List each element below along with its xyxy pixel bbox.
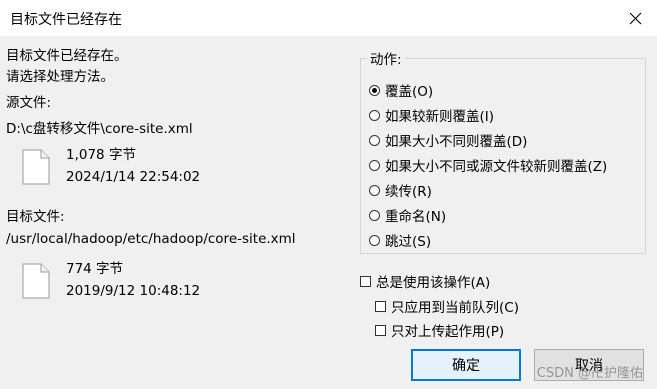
file-icon — [22, 149, 50, 185]
radio-button[interactable] — [369, 109, 380, 121]
radio-button-checked[interactable] — [369, 84, 380, 96]
close-icon — [629, 12, 641, 24]
checkbox-always-use[interactable]: 总是使用该操作(A) — [360, 271, 490, 291]
ok-button[interactable]: 确定 — [411, 349, 521, 381]
target-modified: 2019/9/12 10:48:12 — [66, 283, 201, 299]
checkbox-label: 总是使用该操作(A) — [376, 275, 491, 291]
radio-overwrite-if-size-differs[interactable]: 如果大小不同则覆盖(D) — [369, 130, 527, 150]
radio-label: 如果大小不同则覆盖(D) — [385, 134, 528, 150]
radio-label: 跳过(S) — [385, 234, 432, 250]
radio-resume[interactable]: 续传(R) — [369, 180, 432, 200]
file-exists-dialog: 目标文件已经存在 目标文件已经存在。 请选择处理方法。 源文件: D:\c盘转移… — [0, 0, 657, 389]
message-line-1: 目标文件已经存在。 — [6, 48, 128, 64]
radio-label: 覆盖(O) — [385, 84, 434, 100]
message-line-2: 请选择处理方法。 — [6, 69, 114, 85]
checkbox-current-queue[interactable]: 只应用到当前队列(C) — [375, 296, 519, 316]
target-label: 目标文件: — [6, 209, 65, 225]
checkbox[interactable] — [375, 300, 386, 312]
source-label: 源文件: — [6, 95, 52, 111]
source-path: D:\c盘转移文件\core-site.xml — [6, 121, 193, 137]
source-modified: 2024/1/14 22:54:02 — [66, 169, 201, 185]
file-icon — [22, 263, 50, 299]
radio-label: 如果大小不同或源文件较新则覆盖(Z) — [385, 159, 608, 175]
target-size: 774 字节 — [66, 261, 124, 277]
checkbox[interactable] — [360, 275, 371, 287]
close-button[interactable] — [621, 6, 649, 30]
checkbox[interactable] — [375, 324, 386, 336]
action-group-label: 动作: — [367, 48, 405, 68]
checkbox-upload-only[interactable]: 只对上传起作用(P) — [375, 320, 504, 340]
radio-rename[interactable]: 重命名(N) — [369, 205, 446, 225]
watermark: CSDN @卍护隆佑 — [536, 366, 643, 381]
dialog-title: 目标文件已经存在 — [10, 12, 122, 28]
radio-button[interactable] — [369, 184, 380, 196]
radio-button[interactable] — [369, 234, 380, 246]
radio-label: 续传(R) — [385, 184, 432, 200]
radio-overwrite[interactable]: 覆盖(O) — [369, 80, 433, 100]
radio-label: 如果较新则覆盖(I) — [385, 109, 495, 125]
checkbox-label: 只对上传起作用(P) — [391, 324, 505, 340]
radio-skip[interactable]: 跳过(S) — [369, 230, 431, 250]
radio-button[interactable] — [369, 134, 380, 146]
radio-label: 重命名(N) — [385, 209, 447, 225]
title-bar: 目标文件已经存在 — [0, 0, 657, 36]
source-size: 1,078 字节 — [66, 147, 136, 163]
radio-overwrite-if-size-differs-or-newer[interactable]: 如果大小不同或源文件较新则覆盖(Z) — [369, 155, 607, 175]
radio-button[interactable] — [369, 159, 380, 171]
radio-overwrite-if-newer[interactable]: 如果较新则覆盖(I) — [369, 105, 494, 125]
checkbox-label: 只应用到当前队列(C) — [391, 300, 519, 316]
target-path: /usr/local/hadoop/etc/hadoop/core-site.x… — [6, 231, 296, 247]
radio-button[interactable] — [369, 209, 380, 221]
